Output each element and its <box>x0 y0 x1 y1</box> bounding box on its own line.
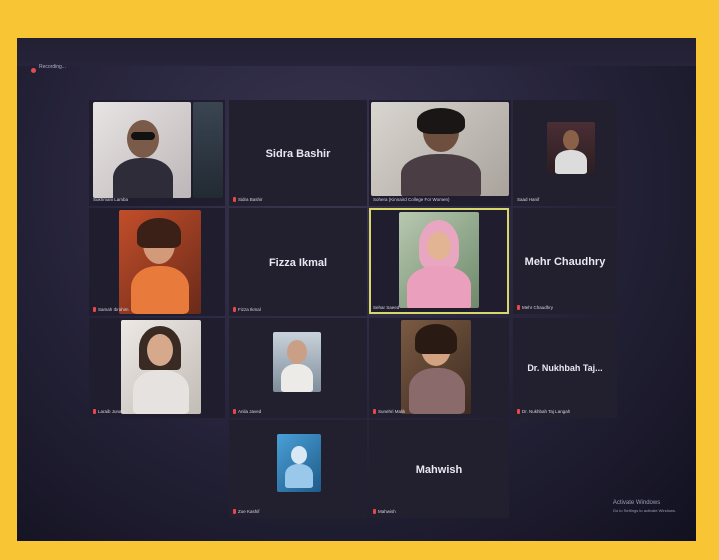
participant-video <box>121 320 201 414</box>
participant-label: Sohera (Kinnaird College For Women) <box>373 197 450 202</box>
participant-display-name: Mehr Chaudhry <box>524 255 606 268</box>
participant-label: Laraib Junaid <box>93 409 125 414</box>
participant-video <box>93 102 191 198</box>
participant-tile[interactable]: Dr. Nukhbah Taj... Dr. Nukhbah Taj Langa… <box>513 318 617 418</box>
watermark-title: Activate Windows <box>612 500 661 506</box>
participant-display-name: Fizza Ikmal <box>268 256 328 269</box>
participant-display-name: Sidra Bashir <box>265 147 331 160</box>
participant-video <box>401 320 471 414</box>
muted-mic-icon <box>373 509 376 514</box>
muted-mic-icon <box>233 307 236 312</box>
participant-label: Samah Ibrahim <box>93 307 129 312</box>
muted-mic-icon <box>233 509 236 514</box>
muted-mic-icon <box>373 409 376 414</box>
participant-label: Zoe Kashif <box>233 509 260 514</box>
participant-display-name: Dr. Nukhbah Taj... <box>527 363 603 373</box>
participant-video <box>119 210 201 314</box>
muted-mic-icon <box>517 305 520 310</box>
participant-tile[interactable]: Sunehri Malik <box>369 318 509 418</box>
participant-label: Fizza Ikmal <box>233 307 261 312</box>
participant-label: Sukhmani Lamba <box>93 197 129 202</box>
participant-tile[interactable]: Mahwish Mahwish <box>369 420 509 518</box>
recording-label: Recording... <box>39 64 66 70</box>
participant-label: Saad Hanif <box>517 197 540 202</box>
activate-windows-watermark: Activate Windows Go to Settings to activ… <box>613 500 676 513</box>
muted-mic-icon <box>233 409 236 414</box>
participant-tile[interactable]: Mehr Chaudhry Mehr Chaudhry <box>513 208 617 314</box>
participant-video <box>371 102 509 196</box>
participant-display-name: Mahwish <box>415 464 463 477</box>
participant-label: Anila Javed <box>233 409 261 414</box>
participant-video <box>399 212 479 308</box>
participant-tile[interactable]: Laraib Junaid <box>89 318 225 418</box>
participant-label: Sunehri Malik <box>373 409 405 414</box>
meeting-screen: Recording... Sukhmani Lamba Sidra Bashir… <box>17 38 696 541</box>
participant-tile[interactable]: Sidra Bashir Sidra Bashir <box>229 100 367 206</box>
participant-tile[interactable]: Samah Ibrahim <box>89 208 225 316</box>
participant-tile[interactable]: Anila Javed <box>229 318 367 418</box>
participant-tile[interactable]: Sukhmani Lamba <box>89 100 225 206</box>
active-speaker-tile[interactable]: Sehar Saeed <box>369 208 509 314</box>
watermark-subtitle: Go to Settings to activate Windows. <box>612 508 676 513</box>
participant-label: Sidra Bashir <box>233 197 263 202</box>
photo-frame: Recording... Sukhmani Lamba Sidra Bashir… <box>0 0 719 560</box>
participant-video <box>273 332 321 392</box>
recording-icon <box>31 68 36 73</box>
participant-label: Sehar Saeed <box>373 305 400 310</box>
participant-tile[interactable]: Sohera (Kinnaird College For Women) <box>369 100 511 206</box>
participant-video <box>277 434 321 492</box>
participant-tile[interactable]: Zoe Kashif <box>229 420 367 518</box>
participant-label: Mehr Chaudhry <box>517 305 553 310</box>
muted-mic-icon <box>233 197 236 202</box>
participant-label: Dr. Nukhbah Taj Langah <box>517 409 570 414</box>
participant-label: Mahwish <box>373 509 396 514</box>
muted-mic-icon <box>93 409 96 414</box>
top-bar <box>17 38 696 66</box>
muted-mic-icon <box>93 307 96 312</box>
participant-tile[interactable]: Saad Hanif <box>513 100 617 206</box>
participant-tile[interactable]: Fizza Ikmal Fizza Ikmal <box>229 208 367 316</box>
participant-video <box>193 102 223 198</box>
muted-mic-icon <box>517 409 520 414</box>
participant-video <box>547 122 595 174</box>
